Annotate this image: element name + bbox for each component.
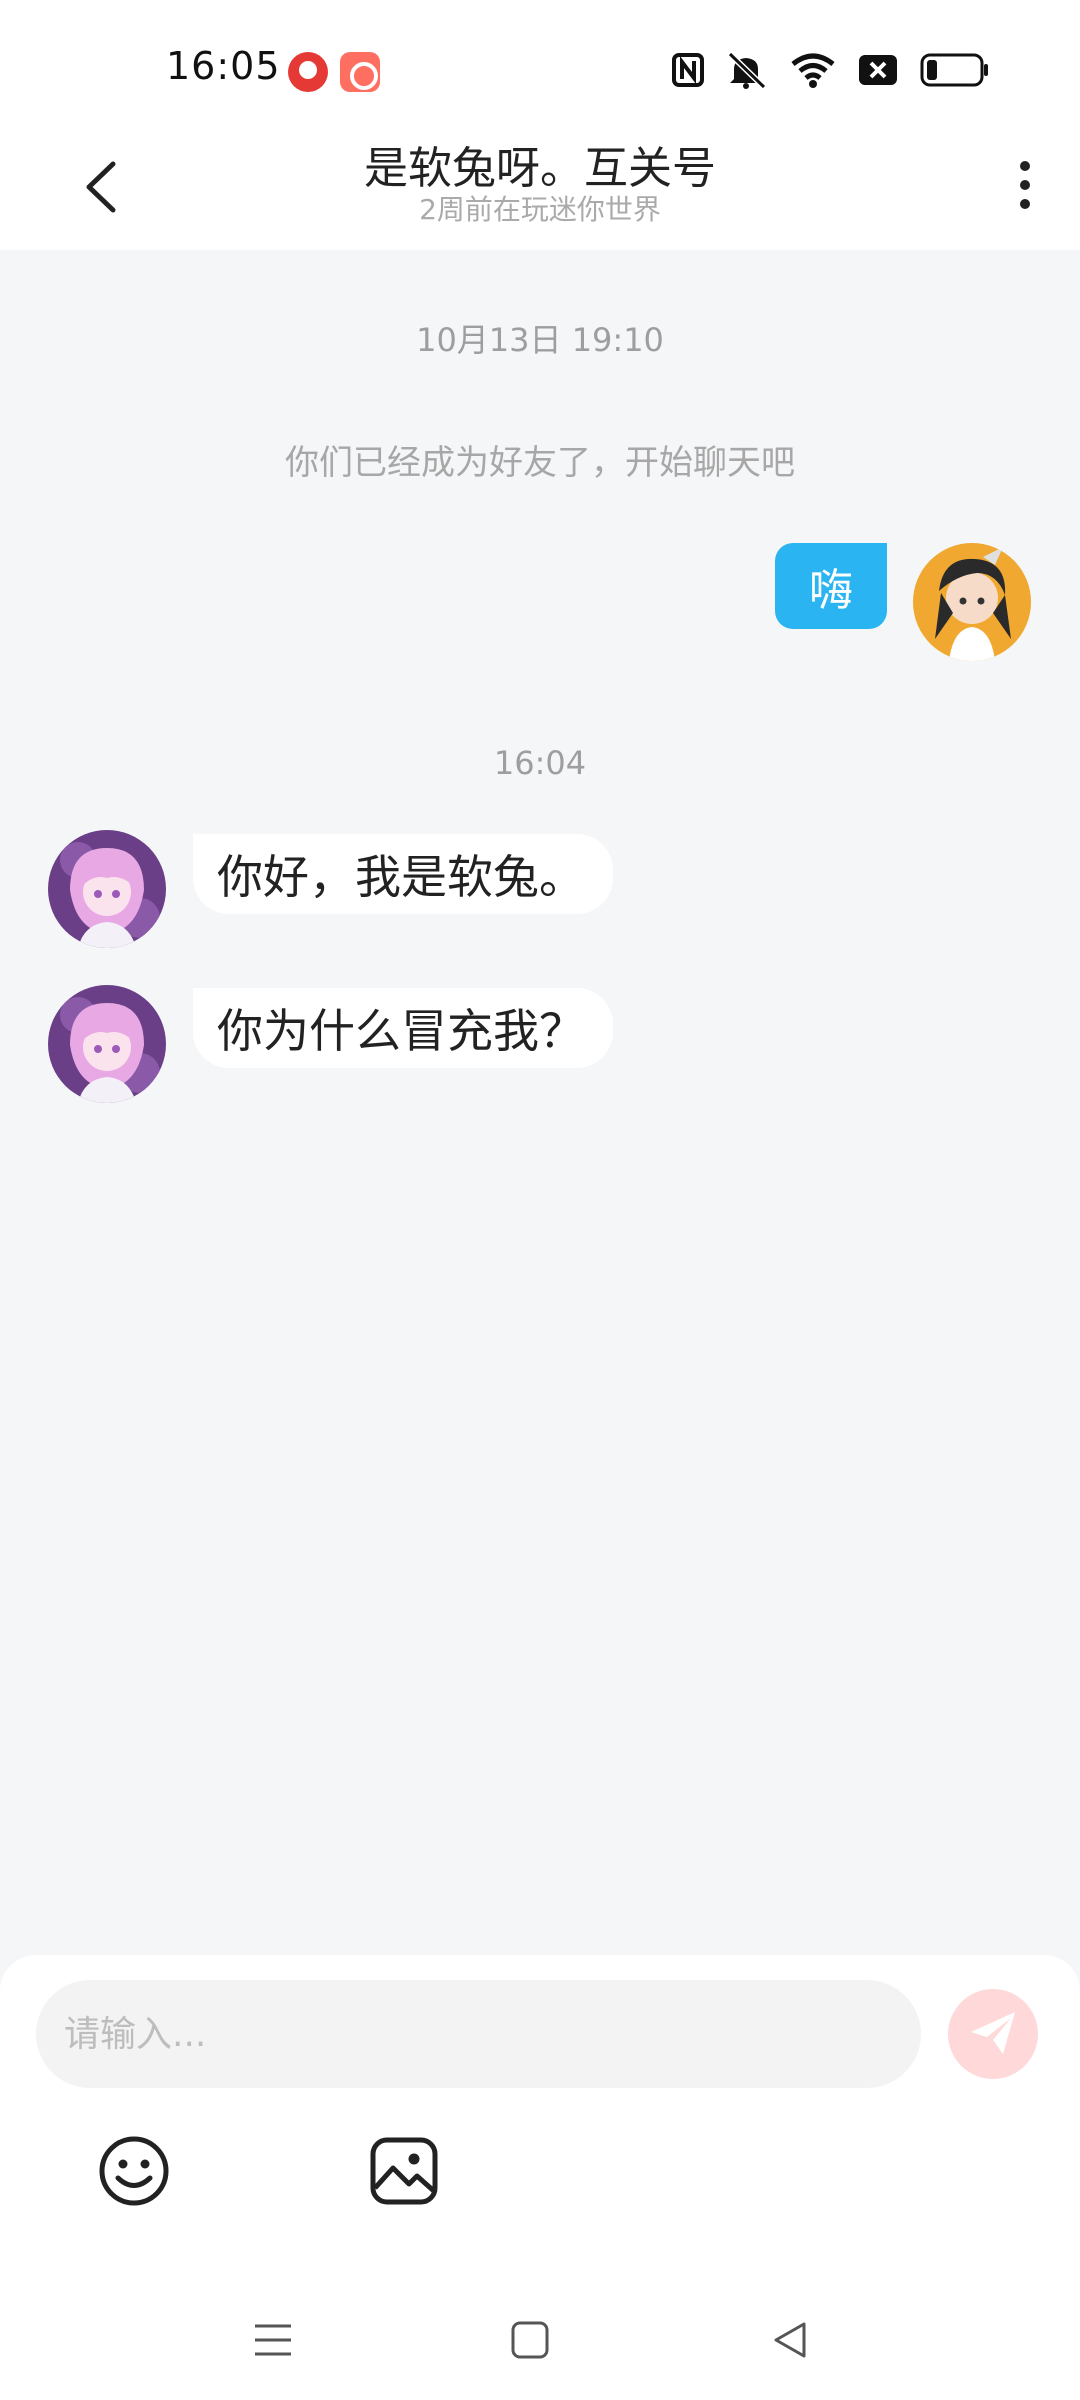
more-dot-icon bbox=[1020, 180, 1030, 190]
kuaishou-icon bbox=[340, 52, 380, 92]
timestamp: 10月13日 19:10 bbox=[416, 321, 664, 359]
image-icon bbox=[370, 2137, 438, 2205]
message-bubble-theirs[interactable]: 你为什么冒充我？ bbox=[193, 988, 613, 1068]
emoji-button[interactable] bbox=[96, 2133, 172, 2209]
message-bubble-theirs[interactable]: 你好，我是软兔。 bbox=[193, 834, 613, 914]
timestamp: 16:04 bbox=[493, 744, 587, 782]
system-nav-bar bbox=[0, 2290, 1080, 2400]
more-dot-icon bbox=[1020, 199, 1030, 209]
image-button[interactable] bbox=[366, 2133, 442, 2209]
contact-avatar[interactable] bbox=[48, 830, 166, 948]
message-bubble-mine[interactable]: 嗨 bbox=[775, 543, 887, 629]
smiley-icon bbox=[99, 2136, 169, 2206]
back-button[interactable] bbox=[70, 152, 130, 222]
message-text: 嗨 bbox=[809, 565, 853, 616]
chat-area[interactable]: 10月13日 19:10 你们已经成为好友了，开始聊天吧 嗨 16:04 你好，… bbox=[0, 250, 1080, 1960]
chat-header: 是软兔呀。互关号 2周前在玩迷你世界 bbox=[0, 130, 1080, 250]
menu-nav-button[interactable] bbox=[243, 2310, 303, 2370]
more-dot-icon bbox=[1020, 161, 1030, 171]
system-message: 你们已经成为好友了，开始聊天吧 bbox=[285, 443, 795, 483]
online-status: 2周前在玩迷你世界 bbox=[419, 193, 661, 226]
paper-plane-icon bbox=[971, 2012, 1015, 2054]
sim-disabled-icon bbox=[859, 55, 897, 85]
send-button[interactable] bbox=[948, 1989, 1038, 2079]
wifi-icon bbox=[791, 53, 835, 88]
back-arrow-icon bbox=[86, 161, 116, 213]
home-nav-button[interactable] bbox=[500, 2310, 560, 2370]
back-nav-button[interactable] bbox=[760, 2310, 820, 2370]
mute-icon bbox=[727, 51, 767, 89]
message-text: 你为什么冒充我？ bbox=[217, 1004, 585, 1058]
battery-icon bbox=[920, 53, 988, 87]
more-options-button[interactable] bbox=[1000, 150, 1050, 220]
back-triangle-icon bbox=[774, 2322, 806, 2358]
contact-avatar[interactable] bbox=[48, 985, 166, 1103]
home-square-icon bbox=[511, 2321, 549, 2359]
menu-icon bbox=[255, 2324, 291, 2356]
status-bar: 16:05 bbox=[0, 0, 1080, 130]
message-text: 你好，我是软兔。 bbox=[217, 850, 585, 904]
nfc-icon bbox=[672, 53, 704, 87]
my-avatar[interactable] bbox=[913, 543, 1031, 661]
avatar-image bbox=[48, 830, 166, 948]
page-title: 是软兔呀。互关号 bbox=[364, 143, 716, 194]
avatar-image bbox=[48, 985, 166, 1103]
system-icons bbox=[672, 48, 990, 92]
message-input[interactable] bbox=[36, 1980, 921, 2088]
status-time: 16:05 bbox=[166, 44, 281, 88]
avatar-image bbox=[913, 543, 1031, 661]
netease-music-icon bbox=[288, 52, 328, 92]
